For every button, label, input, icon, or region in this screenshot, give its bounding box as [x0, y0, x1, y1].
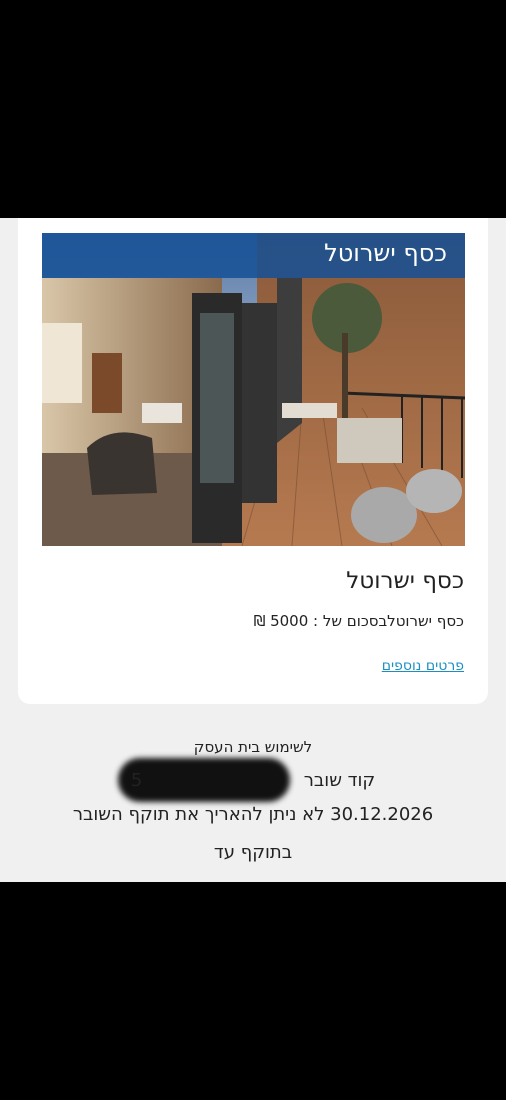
card-title: כסף ישרוטל	[346, 568, 464, 594]
banner-title: כסף ישרוטל	[324, 239, 447, 267]
hero-banner: כסף ישרוטל	[42, 233, 465, 278]
voucher-screen: כסף ישרוטל כסף ישרוטל כסף ישרוטלבסכום של…	[0, 218, 506, 882]
usage-note: לשימוש בית העסק	[193, 738, 313, 756]
hero-image: כסף ישרוטל	[42, 233, 465, 546]
code-label: קוד שובר	[303, 770, 376, 791]
bottom-letterbox	[0, 882, 506, 1100]
expiry-line: 30.12.2026 לא ניתן להאריך את תוקף השובר	[72, 804, 434, 825]
voucher-card: כסף ישרוטל כסף ישרוטל כסף ישרוטלבסכום של…	[18, 218, 488, 704]
more-details-link[interactable]: פרטים נוספים	[382, 658, 464, 674]
voucher-code-line: קוד שובר 5	[0, 770, 506, 791]
terrace-photo	[42, 233, 465, 546]
card-description: כסף ישרוטלבסכום של : 5000 ₪	[253, 612, 464, 630]
top-letterbox	[0, 0, 506, 218]
valid-until-label: בתוקף עד	[213, 842, 293, 863]
code-visible-suffix: 5	[130, 770, 143, 791]
